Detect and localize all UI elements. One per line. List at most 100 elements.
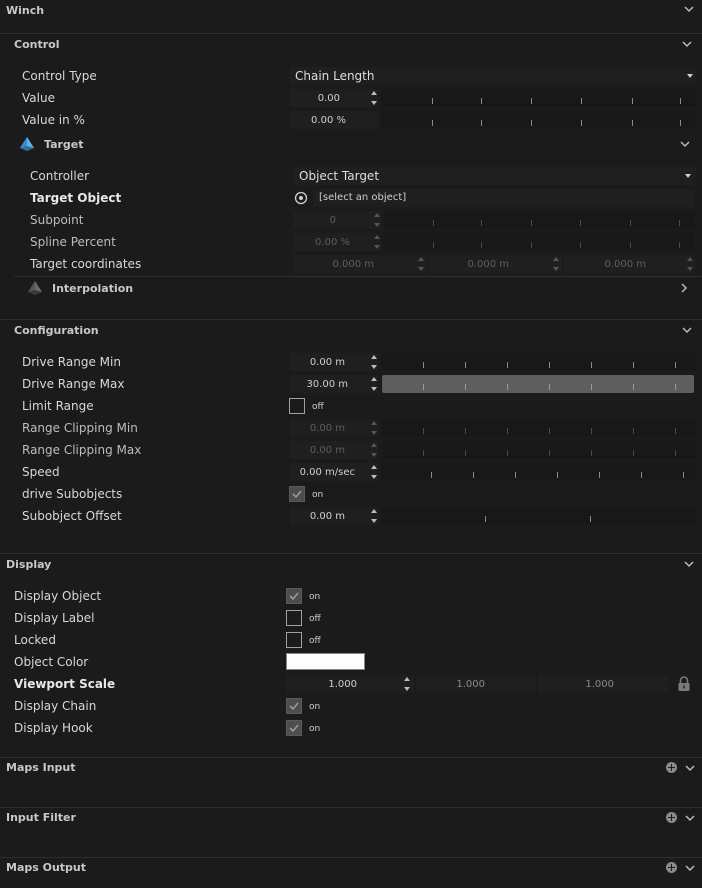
spinner-arrows-icon[interactable]: [417, 256, 425, 272]
divider: [0, 553, 702, 554]
section-input-filter-title[interactable]: Input Filter: [6, 811, 76, 824]
section-winch-title[interactable]: Winch: [6, 4, 44, 17]
range-clipping-min-slider[interactable]: [382, 419, 696, 437]
section-control-title[interactable]: Control: [14, 38, 59, 51]
target-y-field: 0.000 m: [467, 259, 509, 270]
display-chain-checkbox[interactable]: [286, 698, 302, 714]
display-chain-label: Display Chain: [14, 699, 97, 713]
section-maps-input-title[interactable]: Maps Input: [6, 761, 76, 774]
lock-icon[interactable]: [677, 676, 691, 692]
divider: [0, 319, 702, 320]
controller-value: Object Target: [299, 169, 380, 183]
target-x-field: 0.000 m: [332, 259, 374, 270]
display-object-label: Display Object: [14, 589, 102, 603]
subobject-offset-slider[interactable]: [382, 507, 696, 525]
subobject-offset-label: Subobject Offset: [22, 509, 122, 523]
spinner-arrows-icon[interactable]: [370, 464, 378, 480]
spinner-arrows-icon[interactable]: [686, 256, 694, 272]
limit-range-state: off: [312, 402, 324, 412]
chevron-down-icon[interactable]: [682, 40, 694, 50]
display-label-checkbox[interactable]: [286, 610, 302, 626]
limit-range-label: Limit Range: [22, 399, 94, 413]
section-interpolation-title[interactable]: Interpolation: [52, 282, 133, 295]
plus-circle-icon[interactable]: [666, 812, 677, 823]
range-clipping-max-field: 0.00 m: [309, 445, 345, 456]
value-field: 0.00: [317, 93, 340, 104]
viewport-scale-label: Viewport Scale: [14, 677, 116, 691]
speed-slider[interactable]: [382, 463, 696, 481]
spinner-arrows-icon[interactable]: [370, 354, 378, 370]
value-percent-label: Value in %: [22, 113, 85, 127]
spline-percent-label: Spline Percent: [30, 235, 116, 249]
spinner-arrows-icon[interactable]: [552, 256, 560, 272]
section-maps-output-title[interactable]: Maps Output: [6, 861, 86, 874]
object-color-swatch[interactable]: [286, 653, 365, 670]
interpolation-icon: [27, 280, 43, 296]
drive-range-min-field: 0.00 m: [309, 357, 345, 368]
plus-circle-icon[interactable]: [666, 762, 677, 773]
control-type-value: Chain Length: [295, 69, 375, 83]
spinner-arrows-icon[interactable]: [370, 420, 378, 436]
viewport-scale-x-field: 1.000: [328, 679, 357, 690]
drive-subobjects-checkbox[interactable]: [289, 486, 305, 502]
locked-checkbox[interactable]: [286, 632, 302, 648]
spinner-arrows-icon[interactable]: [373, 212, 381, 228]
speed-field: 0.00 m/sec: [299, 467, 355, 478]
chevron-down-icon[interactable]: [682, 326, 694, 336]
target-object-label: Target Object: [30, 191, 122, 205]
display-chain-state: on: [309, 702, 321, 712]
range-clipping-max-slider[interactable]: [382, 441, 696, 459]
drive-range-min-slider[interactable]: [382, 353, 696, 371]
target-z-field: 0.000 m: [604, 259, 646, 270]
divider: [14, 276, 702, 277]
chevron-down-icon[interactable]: [685, 764, 697, 774]
speed-label: Speed: [22, 465, 60, 479]
subobject-offset-field: 0.00 m: [309, 511, 345, 522]
display-object-checkbox[interactable]: [286, 588, 302, 604]
viewport-scale-z-field: 1.000: [585, 679, 614, 690]
section-target-title[interactable]: Target: [44, 138, 84, 151]
drive-subobjects-label: drive Subobjects: [22, 487, 123, 501]
section-display-title[interactable]: Display: [6, 558, 51, 571]
chevron-down-icon[interactable]: [680, 140, 692, 150]
spinner-arrows-icon[interactable]: [370, 508, 378, 524]
display-hook-checkbox[interactable]: [286, 720, 302, 736]
object-color-label: Object Color: [14, 655, 89, 669]
drive-range-max-slider[interactable]: [382, 375, 694, 393]
drive-subobjects-state: on: [312, 490, 324, 500]
caret-down-icon: [685, 174, 691, 178]
display-label-state: off: [309, 614, 321, 624]
chevron-down-icon[interactable]: [684, 5, 696, 15]
spline-percent-slider[interactable]: [385, 233, 694, 251]
chevron-down-icon[interactable]: [685, 814, 697, 824]
target-object-value: [select an object]: [319, 192, 407, 203]
plus-circle-icon[interactable]: [666, 862, 677, 873]
drive-range-max-field: 30.00 m: [306, 379, 348, 390]
target-coordinates-label: Target coordinates: [30, 257, 142, 271]
chevron-down-icon[interactable]: [685, 864, 697, 874]
display-label-label: Display Label: [14, 611, 95, 625]
controller-label: Controller: [30, 169, 90, 183]
target-pick-icon[interactable]: [294, 191, 308, 205]
spinner-arrows-icon[interactable]: [373, 234, 381, 250]
divider: [0, 807, 702, 808]
value-percent-slider[interactable]: [382, 111, 696, 129]
value-slider[interactable]: [382, 89, 696, 107]
chevron-right-icon[interactable]: [680, 283, 692, 293]
spinner-arrows-icon[interactable]: [403, 676, 411, 692]
spline-percent-field: 0.00 %: [315, 237, 350, 248]
target-icon: [19, 136, 35, 152]
locked-state: off: [309, 636, 321, 646]
display-hook-state: on: [309, 724, 321, 734]
viewport-scale-y-field: 1.000: [456, 679, 485, 690]
subpoint-field: 0: [329, 215, 336, 226]
section-configuration-title[interactable]: Configuration: [14, 324, 99, 337]
value-label: Value: [22, 91, 55, 105]
range-clipping-min-label: Range Clipping Min: [22, 421, 138, 435]
chevron-down-icon[interactable]: [684, 560, 696, 570]
subpoint-slider[interactable]: [385, 211, 694, 229]
limit-range-checkbox[interactable]: [289, 398, 305, 414]
spinner-arrows-icon[interactable]: [370, 442, 378, 458]
spinner-arrows-icon[interactable]: [370, 376, 378, 392]
spinner-arrows-icon[interactable]: [370, 90, 378, 106]
